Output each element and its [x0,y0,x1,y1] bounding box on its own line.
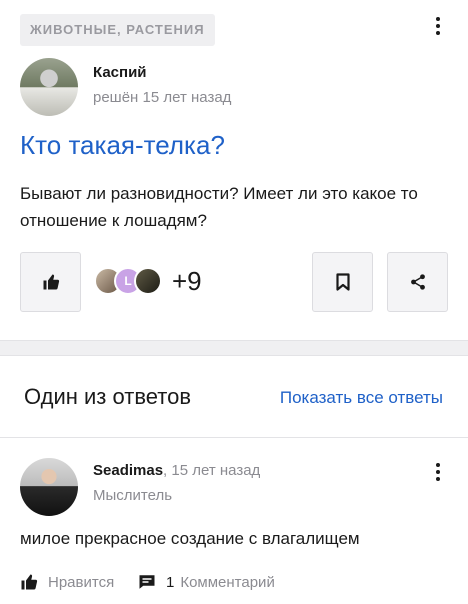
avatar[interactable] [20,458,78,516]
answers-card: Один из ответов Показать все ответы Sead… [0,355,468,604]
thumbs-up-icon [21,574,38,590]
answer-header: Seadimas, 15 лет назад [93,462,260,479]
comments-label: Комментарий [180,573,275,591]
share-button[interactable] [387,252,448,312]
more-vertical-icon[interactable] [426,460,450,484]
question-title: Кто такая-телка? [20,130,225,160]
answer-like-button[interactable]: Нравится [20,571,114,593]
answer-comments-button[interactable]: 1 Комментарий [138,571,275,593]
bookmark-icon [335,273,350,291]
thumbs-up-icon [43,274,59,290]
show-all-answers-link[interactable]: Показать все ответы [280,388,443,408]
likers-count[interactable]: +9 [172,266,202,297]
divider [0,437,468,438]
share-icon [410,274,425,290]
answer-time: , 15 лет назад [163,462,261,479]
bookmark-button[interactable] [312,252,373,312]
answer-text: милое прекрасное создание с влагалищем [20,529,360,548]
more-vertical-icon[interactable] [426,14,450,38]
answer-author-rank: Мыслитель [93,487,173,504]
question-card: ЖИВОТНЫЕ, РАСТЕНИЯ Каспий решён 15 лет н… [0,0,468,341]
question-time: решён 15 лет назад [93,89,232,106]
like-button[interactable] [20,252,81,312]
question-author[interactable]: Каспий [93,64,147,81]
comment-icon [139,575,155,589]
like-label: Нравится [48,573,115,591]
question-body: Бывают ли разновидности? Имеет ли это ка… [20,184,418,230]
answer-author[interactable]: Seadimas [93,462,163,479]
category-tag[interactable]: ЖИВОТНЫЕ, РАСТЕНИЯ [20,14,215,46]
comments-count: 1 [166,573,175,591]
answers-heading: Один из ответов [24,384,192,409]
liker-avatar[interactable] [134,267,162,295]
avatar[interactable] [20,58,78,116]
